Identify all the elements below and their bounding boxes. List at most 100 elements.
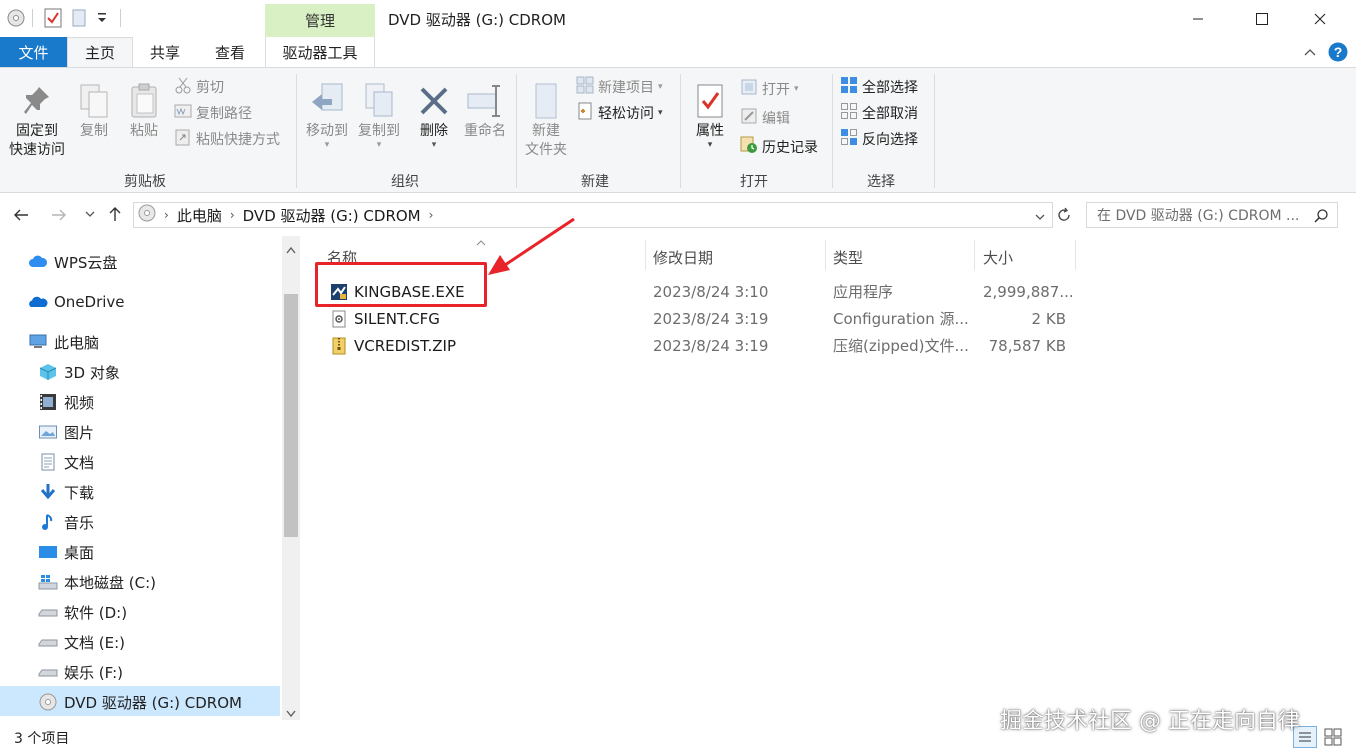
address-row: › 此电脑 › DVD 驱动器 (G:) CDROM › 在 DVD 驱动器 (… [0, 194, 1356, 236]
nav-item-wps-cloud[interactable]: WPS云盘 [28, 247, 117, 277]
column-header-date[interactable]: 修改日期 [653, 244, 713, 270]
open-button[interactable]: 打开 ▾ [740, 78, 799, 100]
breadcrumb-dvd-drive[interactable]: DVD 驱动器 (G:) CDROM [243, 205, 421, 226]
rename-button[interactable]: 重命名 [460, 80, 510, 141]
title-bar: 管理 DVD 驱动器 (G:) CDROM [0, 0, 1356, 37]
nav-label: 文档 [64, 453, 95, 472]
invert-selection-icon [840, 128, 858, 150]
up-arrow-icon[interactable] [106, 205, 124, 227]
breadcrumb-this-pc[interactable]: 此电脑 [177, 205, 222, 226]
scroll-up-icon[interactable] [286, 242, 296, 258]
refresh-icon[interactable] [1055, 206, 1073, 228]
nav-label: OneDrive [54, 293, 125, 311]
nav-item-drive-e[interactable]: 文档 (E:) [38, 627, 125, 657]
nav-item-videos[interactable]: 视频 [38, 387, 94, 417]
highlight-box [315, 262, 487, 307]
edit-icon [740, 107, 758, 129]
copy-label: 复制 [80, 123, 108, 139]
tab-drive-tools[interactable]: 驱动器工具 [265, 37, 375, 67]
invert-selection-label: 反向选择 [862, 132, 918, 148]
tab-manage[interactable]: 管理 [265, 4, 375, 37]
history-button[interactable]: 历史记录 [740, 136, 818, 158]
nav-item-pictures[interactable]: 图片 [38, 417, 94, 447]
move-to-button[interactable]: 移动到 ▾ [302, 80, 352, 150]
tab-view[interactable]: 查看 [200, 37, 260, 67]
drive-icon [38, 663, 58, 681]
copy-to-button[interactable]: 复制到 ▾ [354, 80, 404, 150]
select-none-button[interactable]: 全部取消 [840, 102, 918, 124]
window-title: DVD 驱动器 (G:) CDROM [388, 11, 566, 29]
properties-quick-icon[interactable] [44, 8, 62, 28]
tab-home[interactable]: 主页 [67, 37, 133, 67]
nav-item-onedrive[interactable]: OneDrive [28, 287, 125, 317]
group-label-clipboard: 剪贴板 [124, 174, 166, 190]
breadcrumb-chevron-icon[interactable]: › [429, 208, 434, 222]
nav-scroll-thumb[interactable] [284, 294, 298, 537]
select-none-label: 全部取消 [862, 106, 918, 122]
download-icon [38, 483, 58, 501]
easy-access-button[interactable]: 轻松访问 ▾ [576, 102, 663, 124]
copy-path-button[interactable]: 复制路径 [174, 102, 252, 124]
pin-quick-access-button[interactable]: 固定到 快速访问 [4, 80, 70, 160]
nav-item-drive-f[interactable]: 娱乐 (F:) [38, 657, 123, 687]
tab-file[interactable]: 文件 [0, 37, 67, 67]
recent-locations-chevron-icon[interactable] [84, 208, 96, 224]
paste-button[interactable]: 粘贴 [122, 80, 166, 141]
select-none-icon [840, 102, 858, 124]
invert-selection-button[interactable]: 反向选择 [840, 128, 918, 150]
forward-arrow-icon[interactable] [50, 206, 68, 228]
help-icon[interactable]: ? [1328, 42, 1348, 66]
tab-share[interactable]: 共享 [135, 37, 195, 67]
file-row[interactable]: SILENT.CFG 2023/8/24 3:19 Configuration … [300, 305, 1356, 332]
search-icon[interactable] [1313, 208, 1329, 228]
copy-button[interactable]: 复制 [72, 80, 116, 141]
nav-item-this-pc[interactable]: 此电脑 [28, 327, 99, 357]
music-icon [38, 513, 58, 531]
nav-label: 本地磁盘 (C:) [64, 573, 156, 592]
column-header-type[interactable]: 类型 [833, 244, 863, 270]
nav-item-3d-objects[interactable]: 3D 对象 [38, 357, 120, 387]
cut-button[interactable]: 剪切 [174, 76, 224, 98]
address-dropdown-icon[interactable] [1034, 209, 1046, 227]
new-item-button[interactable]: 新建项目 ▾ [576, 76, 663, 98]
new-folder-quick-icon[interactable] [72, 8, 86, 28]
address-bar[interactable]: › 此电脑 › DVD 驱动器 (G:) CDROM › [133, 202, 1053, 228]
group-label-organize: 组织 [391, 174, 419, 190]
collapse-ribbon-icon[interactable] [1303, 45, 1317, 61]
ribbon: 固定到 快速访问 复制 粘贴 剪切 复制路径 粘贴快捷方式 剪贴板 移动到 ▾ [0, 67, 1356, 193]
large-icons-view-icon[interactable] [1324, 728, 1342, 750]
nav-item-music[interactable]: 音乐 [38, 507, 94, 537]
nav-item-downloads[interactable]: 下载 [38, 477, 94, 507]
group-label-select: 选择 [867, 174, 895, 190]
open-icon [740, 78, 758, 100]
drive-app-icon[interactable] [7, 8, 25, 28]
nav-item-desktop[interactable]: 桌面 [38, 537, 94, 567]
nav-item-drive-d[interactable]: 软件 (D:) [38, 597, 127, 627]
pin-icon [4, 80, 70, 122]
properties-button[interactable]: 属性 ▾ [688, 80, 732, 150]
nav-item-dvd-drive[interactable]: DVD 驱动器 (G:) CDROM [38, 687, 242, 717]
back-arrow-icon[interactable] [12, 206, 30, 228]
nav-label: 音乐 [64, 513, 95, 532]
delete-button[interactable]: 删除 ▾ [412, 80, 456, 150]
close-button[interactable] [1297, 0, 1343, 37]
ribbon-tabs: 文件 主页 共享 查看 驱动器工具 ? [0, 37, 1356, 67]
nav-scrollbar[interactable] [282, 236, 300, 720]
edit-button[interactable]: 编辑 [740, 107, 790, 129]
breadcrumb-chevron-icon[interactable]: › [164, 208, 169, 222]
nav-label: DVD 驱动器 (G:) CDROM [64, 693, 242, 712]
search-input[interactable]: 在 DVD 驱动器 (G:) CDROM ... [1086, 202, 1338, 228]
customize-quick-access-icon[interactable] [96, 8, 108, 28]
column-header-size[interactable]: 大小 [983, 244, 1013, 270]
maximize-button[interactable] [1239, 0, 1285, 37]
file-name: SILENT.CFG [354, 309, 440, 328]
new-folder-button[interactable]: 新建 文件夹 [520, 80, 572, 160]
breadcrumb-chevron-icon[interactable]: › [230, 208, 235, 222]
minimize-button[interactable] [1175, 0, 1221, 37]
picture-icon [38, 423, 58, 441]
nav-item-drive-c[interactable]: 本地磁盘 (C:) [38, 567, 156, 597]
select-all-button[interactable]: 全部选择 [840, 76, 918, 98]
paste-shortcut-button[interactable]: 粘贴快捷方式 [174, 128, 280, 150]
file-row[interactable]: VCREDIST.ZIP 2023/8/24 3:19 压缩(zipped)文件… [300, 332, 1356, 359]
nav-item-documents[interactable]: 文档 [38, 447, 94, 477]
